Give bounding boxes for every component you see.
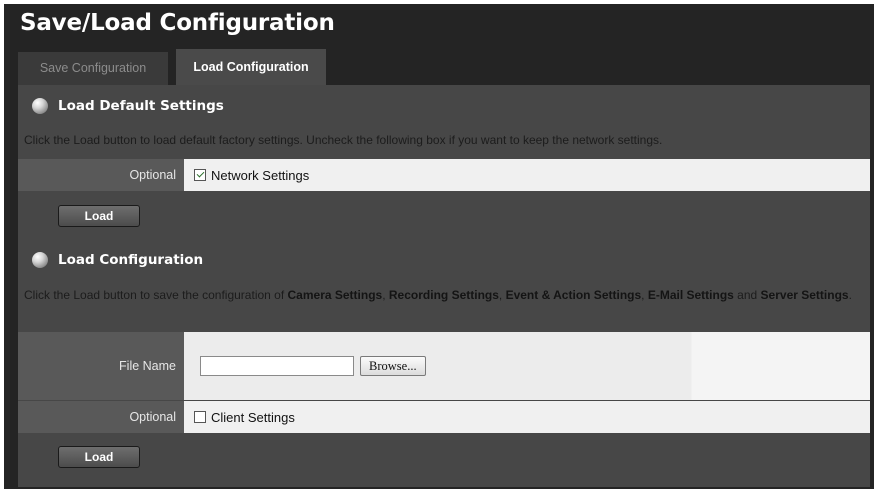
optional-label: Optional xyxy=(18,159,184,191)
file-name-cell: Browse... xyxy=(184,332,870,400)
network-settings-cell: Network Settings xyxy=(184,159,870,191)
load-default-title: Load Default Settings xyxy=(58,98,224,114)
load-default-description: Click the Load button to load default fa… xyxy=(24,133,663,147)
file-name-label: File Name xyxy=(18,332,184,400)
network-settings-label: Network Settings xyxy=(211,167,310,183)
load-config-title: Load Configuration xyxy=(58,252,204,268)
file-name-input[interactable] xyxy=(200,356,354,376)
load-config-description: Click the Load button to save the config… xyxy=(24,288,852,302)
config-window: Save/Load Configuration Save Configurati… xyxy=(4,4,874,489)
optional-label: Optional xyxy=(18,401,184,433)
load-config-button[interactable]: Load xyxy=(58,446,140,468)
client-settings-cell: Client Settings xyxy=(184,401,870,433)
load-config-header: Load Configuration xyxy=(32,249,203,271)
network-settings-row: Optional Network Settings xyxy=(18,159,870,191)
page-title: Save/Load Configuration xyxy=(20,10,335,36)
bullet-icon xyxy=(32,98,48,114)
tab-save-configuration[interactable]: Save Configuration xyxy=(18,52,168,85)
load-configuration-panel: Load Default Settings Click the Load but… xyxy=(18,85,870,487)
load-default-button[interactable]: Load xyxy=(58,205,140,227)
tab-load-configuration[interactable]: Load Configuration xyxy=(176,49,326,85)
browse-button[interactable]: Browse... xyxy=(360,356,426,376)
network-settings-checkbox[interactable] xyxy=(194,169,206,181)
client-settings-label: Client Settings xyxy=(211,409,295,425)
load-default-header: Load Default Settings xyxy=(32,95,224,117)
client-settings-checkbox[interactable] xyxy=(194,411,206,423)
bullet-icon xyxy=(32,252,48,268)
check-icon xyxy=(196,169,204,178)
file-name-row: File Name Browse... xyxy=(18,332,870,400)
client-settings-row: Optional Client Settings xyxy=(18,401,870,433)
